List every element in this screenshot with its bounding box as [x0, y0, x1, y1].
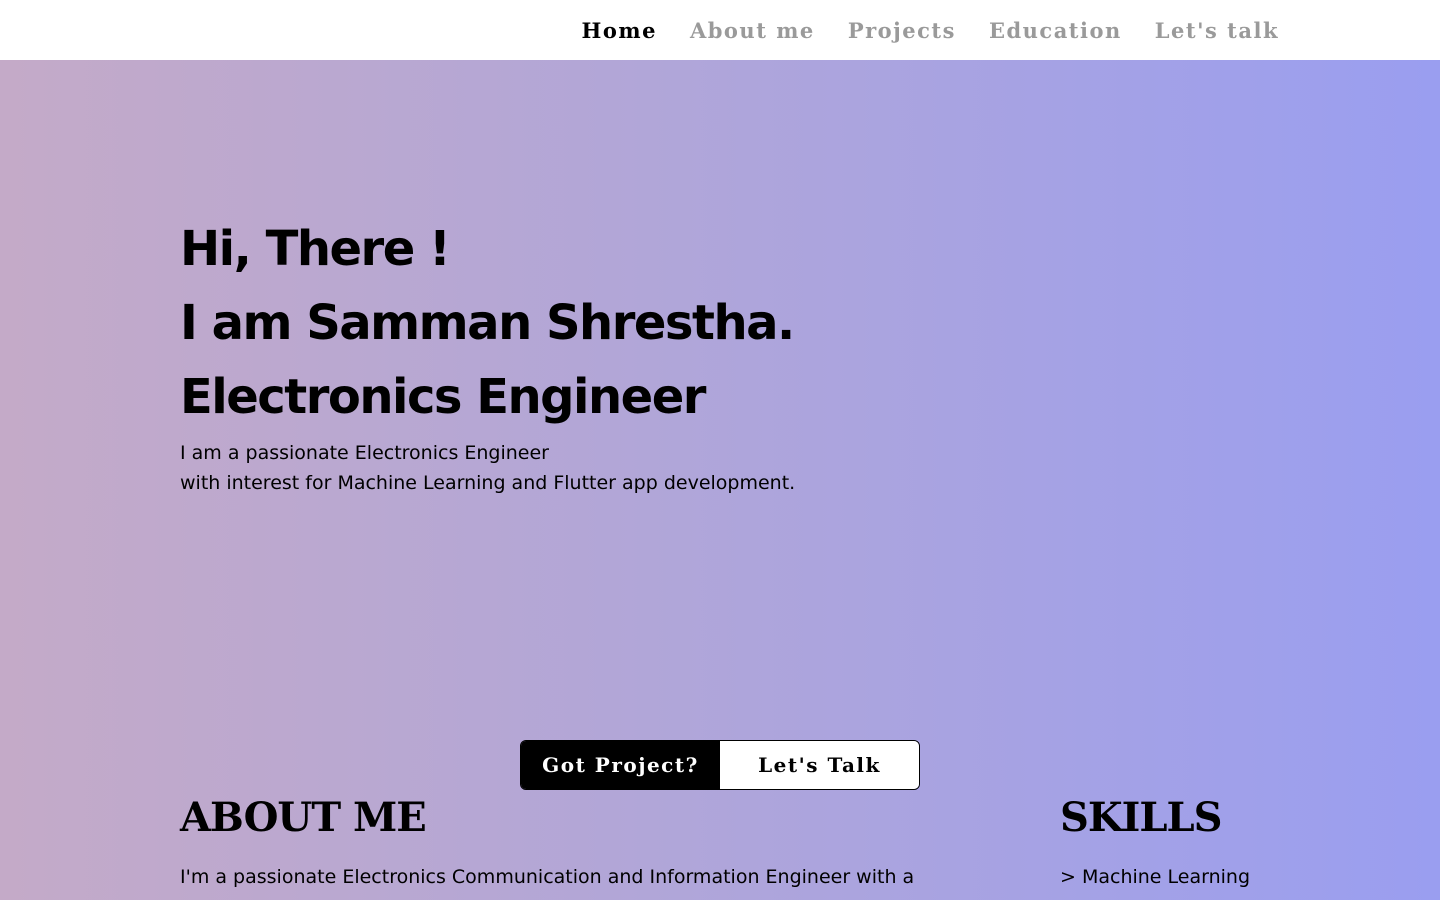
skill-item: > Machine Learning — [1060, 866, 1251, 888]
hero-description-line: I am a passionate Electronics Engineer — [180, 442, 549, 464]
hero-section: Hi, There ! I am Samman Shrestha. Electr… — [180, 212, 1080, 498]
nav-education[interactable]: Education — [989, 18, 1122, 43]
about-me-text: I'm a passionate Electronics Communicati… — [180, 866, 915, 888]
hero-greeting: Hi, There ! — [180, 221, 451, 277]
nav-lets-talk[interactable]: Let's talk — [1155, 18, 1279, 43]
nav-home[interactable]: Home — [582, 18, 657, 43]
cta-group: Got Project? Let's Talk — [520, 740, 920, 790]
nav-about-me[interactable]: About me — [690, 18, 815, 43]
hero-description: I am a passionate Electronics Engineer w… — [180, 438, 1080, 498]
about-me-title: ABOUT ME — [180, 794, 427, 841]
hero-description-line: with interest for Machine Learning and F… — [180, 472, 796, 494]
skills-title: SKILLS — [1060, 794, 1222, 841]
navbar: Home About me Projects Education Let's t… — [0, 0, 1440, 60]
hero-name: I am Samman Shrestha. — [180, 295, 795, 351]
hero-role: Electronics Engineer — [180, 369, 706, 425]
got-project-button[interactable]: Got Project? — [521, 741, 720, 789]
lets-talk-button[interactable]: Let's Talk — [720, 741, 919, 789]
nav-projects[interactable]: Projects — [848, 18, 956, 43]
nav-links: Home About me Projects Education Let's t… — [582, 0, 1279, 60]
